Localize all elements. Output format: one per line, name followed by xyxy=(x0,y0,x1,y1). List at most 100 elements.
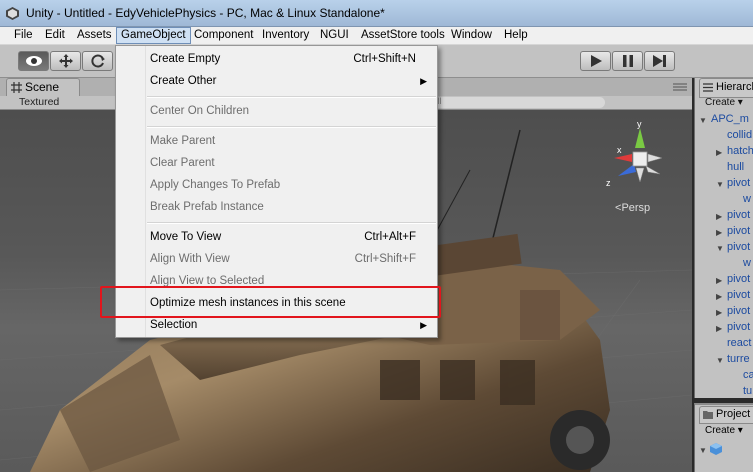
menu-item-clear-parent[interactable]: Clear Parent xyxy=(150,153,215,173)
collapse-arrow-icon[interactable]: ▶ xyxy=(716,308,722,317)
menu-item-align-with-view[interactable]: Align With View xyxy=(150,249,230,269)
hierarchy-item[interactable]: APC_m xyxy=(711,113,749,125)
folder-icon xyxy=(703,411,713,419)
rotate-tool-button[interactable] xyxy=(82,51,113,71)
submenu-arrow-icon: ▶ xyxy=(420,320,427,330)
hierarchy-item[interactable]: turre xyxy=(727,353,750,365)
shortcut-align-with-view: Ctrl+Shift+F xyxy=(354,253,416,265)
menu-item-break-prefab-instance[interactable]: Break Prefab Instance xyxy=(150,197,264,217)
asset-cube-icon[interactable] xyxy=(709,442,723,456)
hierarchy-item[interactable]: collid xyxy=(727,129,752,141)
collapse-arrow-icon[interactable]: ▶ xyxy=(716,148,722,157)
scene-search-input[interactable]: All xyxy=(425,96,605,108)
project-panel: Project Create ▾ ▼ xyxy=(694,403,753,472)
menu-component[interactable]: Component xyxy=(190,28,257,43)
expand-arrow-icon[interactable]: ▼ xyxy=(716,356,724,365)
collapse-arrow-icon[interactable]: ▶ xyxy=(716,276,722,285)
hierarchy-item[interactable]: ca xyxy=(743,369,753,381)
hierarchy-item[interactable]: pivot xyxy=(727,273,750,285)
menu-window[interactable]: Window xyxy=(447,28,496,43)
window-title: Unity - Untitled - EdyVehiclePhysics - P… xyxy=(26,6,385,20)
collapse-arrow-icon[interactable]: ▶ xyxy=(716,212,722,221)
hierarchy-item[interactable]: w xyxy=(743,257,751,269)
menu-help[interactable]: Help xyxy=(500,28,532,43)
hierarchy-create-button[interactable]: Create ▾ xyxy=(705,97,743,108)
side-panels xyxy=(380,360,535,405)
eye-icon xyxy=(25,56,42,66)
hierarchy-item[interactable]: hatch xyxy=(727,145,753,157)
rotate-icon xyxy=(90,54,105,68)
hierarchy-item[interactable]: pivot xyxy=(727,225,750,237)
menu-assetstore-tools[interactable]: AssetStore tools xyxy=(357,28,449,43)
project-tab-label: Project xyxy=(716,408,751,420)
title-bar: Unity - Untitled - EdyVehiclePhysics - P… xyxy=(0,0,753,27)
collapse-arrow-icon[interactable]: ▶ xyxy=(716,228,722,237)
hierarchy-item[interactable]: pivot xyxy=(727,321,750,333)
ammo-box xyxy=(520,290,560,340)
hierarchy-panel: Hierarchy Create ▾ ▼ APC_m collid ▶ hatc… xyxy=(694,78,753,398)
hierarchy-item[interactable]: pivot xyxy=(727,241,750,253)
menu-item-apply-changes-to-prefab[interactable]: Apply Changes To Prefab xyxy=(150,175,280,195)
menu-item-create-empty[interactable]: Create Empty xyxy=(150,49,220,69)
render-mode-dropdown[interactable]: Textured xyxy=(19,96,59,108)
menu-file[interactable]: File xyxy=(10,28,37,43)
menu-item-move-to-view[interactable]: Move To View xyxy=(150,227,221,247)
gizmo-x-label: x xyxy=(617,145,622,155)
project-create-button[interactable]: Create ▾ xyxy=(705,425,743,436)
menu-inventory[interactable]: Inventory xyxy=(258,28,313,43)
panel-menu-icon[interactable] xyxy=(673,83,687,91)
step-icon xyxy=(652,55,666,67)
hierarchy-item[interactable]: pivot xyxy=(727,289,750,301)
menu-edit[interactable]: Edit xyxy=(41,28,69,43)
menu-item-create-other[interactable]: Create Other xyxy=(150,71,216,91)
shortcut-move-to-view: Ctrl+Alt+F xyxy=(364,231,416,243)
gizmo-z-label: z xyxy=(606,178,611,188)
hierarchy-item[interactable]: react xyxy=(727,337,751,349)
hierarchy-item[interactable]: pivot xyxy=(727,177,750,189)
highlight-box xyxy=(100,286,441,318)
submenu-arrow-icon: ▶ xyxy=(420,76,427,86)
orientation-gizmo[interactable]: y x z xyxy=(600,120,680,195)
gizmo-y-label: y xyxy=(637,120,642,129)
menu-item-selection[interactable]: Selection xyxy=(150,315,197,335)
menu-item-make-parent[interactable]: Make Parent xyxy=(150,131,215,151)
wheel-hub xyxy=(566,426,594,454)
move-arrows-icon xyxy=(58,54,73,68)
menu-ngui[interactable]: NGUI xyxy=(316,28,353,43)
menu-assets[interactable]: Assets xyxy=(73,28,116,43)
menu-separator xyxy=(147,96,436,98)
play-button[interactable] xyxy=(580,51,611,71)
hierarchy-item[interactable]: tu xyxy=(743,385,752,397)
play-icon xyxy=(590,55,602,67)
hierarchy-tab-label: Hierarchy xyxy=(716,81,753,93)
menu-gameobject[interactable]: GameObject xyxy=(116,27,191,44)
step-button[interactable] xyxy=(644,51,675,71)
expand-arrow-icon[interactable]: ▼ xyxy=(699,116,707,125)
expand-arrow-icon[interactable]: ▼ xyxy=(716,244,724,253)
persp-text: Persp xyxy=(621,202,651,214)
pause-button[interactable] xyxy=(612,51,643,71)
move-tool-button[interactable] xyxy=(50,51,81,71)
shortcut-create-empty: Ctrl+Shift+N xyxy=(353,53,416,65)
hierarchy-item[interactable]: hull xyxy=(727,161,744,173)
collapse-arrow-icon[interactable]: ▶ xyxy=(716,324,722,333)
hand-tool-button[interactable] xyxy=(18,51,49,71)
hierarchy-item[interactable]: pivot xyxy=(727,305,750,317)
scene-tab[interactable]: Scene xyxy=(6,78,80,96)
project-tab[interactable]: Project xyxy=(699,406,753,424)
pause-icon xyxy=(622,55,633,67)
hierarchy-item[interactable]: w xyxy=(743,193,751,205)
expand-arrow-icon[interactable]: ▼ xyxy=(699,446,707,455)
hierarchy-tab[interactable]: Hierarchy xyxy=(699,78,753,98)
grid-icon xyxy=(11,82,22,93)
menu-item-center-on-children[interactable]: Center On Children xyxy=(150,101,249,121)
menu-bar: File Edit Assets GameObject Component In… xyxy=(0,27,753,45)
collapse-arrow-icon[interactable]: ▶ xyxy=(716,292,722,301)
scene-tab-label: Scene xyxy=(25,80,60,94)
persp-label[interactable]: <Persp xyxy=(615,202,650,214)
hierarchy-item[interactable]: pivot xyxy=(727,209,750,221)
expand-arrow-icon[interactable]: ▼ xyxy=(716,180,724,189)
menu-separator xyxy=(147,126,436,128)
menu-separator xyxy=(147,222,436,224)
list-icon xyxy=(703,83,713,92)
